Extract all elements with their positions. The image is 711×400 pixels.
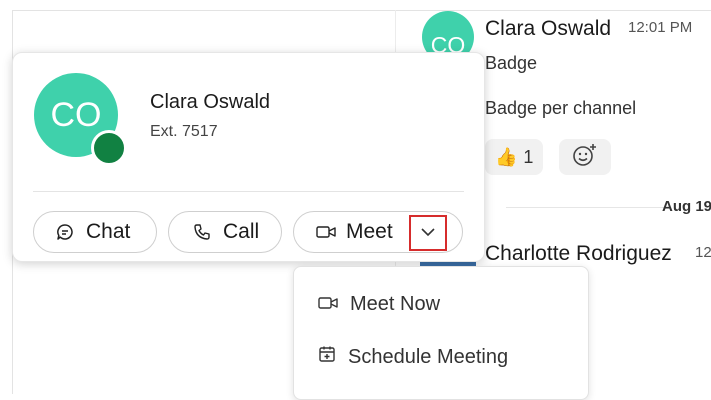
contact-extension: Ext. 7517 — [150, 123, 218, 140]
reaction-thumbs-up[interactable]: 👍 1 — [485, 139, 544, 175]
chat-button-label: Chat — [86, 220, 131, 243]
call-button[interactable]: Call — [168, 211, 282, 253]
add-emoji-icon — [572, 143, 598, 172]
presence-indicator — [91, 130, 127, 166]
calendar-icon — [318, 345, 336, 369]
message-time: 12:01 PM — [628, 19, 693, 36]
contact-profile-card: CO Clara Oswald Ext. 7517 Chat Call Meet — [12, 52, 485, 262]
meet-options-dropdown-button[interactable] — [409, 215, 447, 251]
message-text-line: Badge per channel — [485, 98, 637, 118]
date-separator: Aug 19 — [662, 198, 711, 215]
thumbs-up-emoji: 👍 — [495, 146, 518, 167]
contact-name: Clara Oswald — [150, 91, 271, 113]
message-text-line: Badge — [485, 53, 538, 73]
chat-button[interactable]: Chat — [33, 211, 157, 253]
message-time: 12 — [695, 244, 711, 261]
video-camera-icon — [316, 225, 336, 239]
call-button-label: Call — [223, 220, 260, 243]
menu-item-label: Schedule Meeting — [348, 345, 509, 368]
video-camera-icon — [318, 293, 338, 316]
chat-bubble-icon — [56, 223, 74, 241]
menu-item-schedule-meeting[interactable]: Schedule Meeting — [318, 345, 508, 369]
menu-item-label: Meet Now — [350, 293, 441, 315]
message-author[interactable]: Clara Oswald — [485, 17, 611, 41]
add-reaction-button[interactable] — [559, 139, 611, 175]
meet-button-label: Meet — [346, 220, 393, 243]
meet-options-menu: Meet Now Schedule Meeting — [293, 266, 589, 400]
date-separator-line — [506, 207, 666, 208]
message-author[interactable]: Charlotte Rodriguez — [485, 242, 672, 266]
contact-avatar-initials: CO — [50, 95, 102, 134]
menu-item-meet-now[interactable]: Meet Now — [318, 293, 440, 316]
reaction-count: 1 — [523, 146, 534, 167]
chevron-down-icon — [420, 224, 436, 242]
phone-icon — [193, 223, 211, 241]
card-divider — [33, 191, 464, 192]
